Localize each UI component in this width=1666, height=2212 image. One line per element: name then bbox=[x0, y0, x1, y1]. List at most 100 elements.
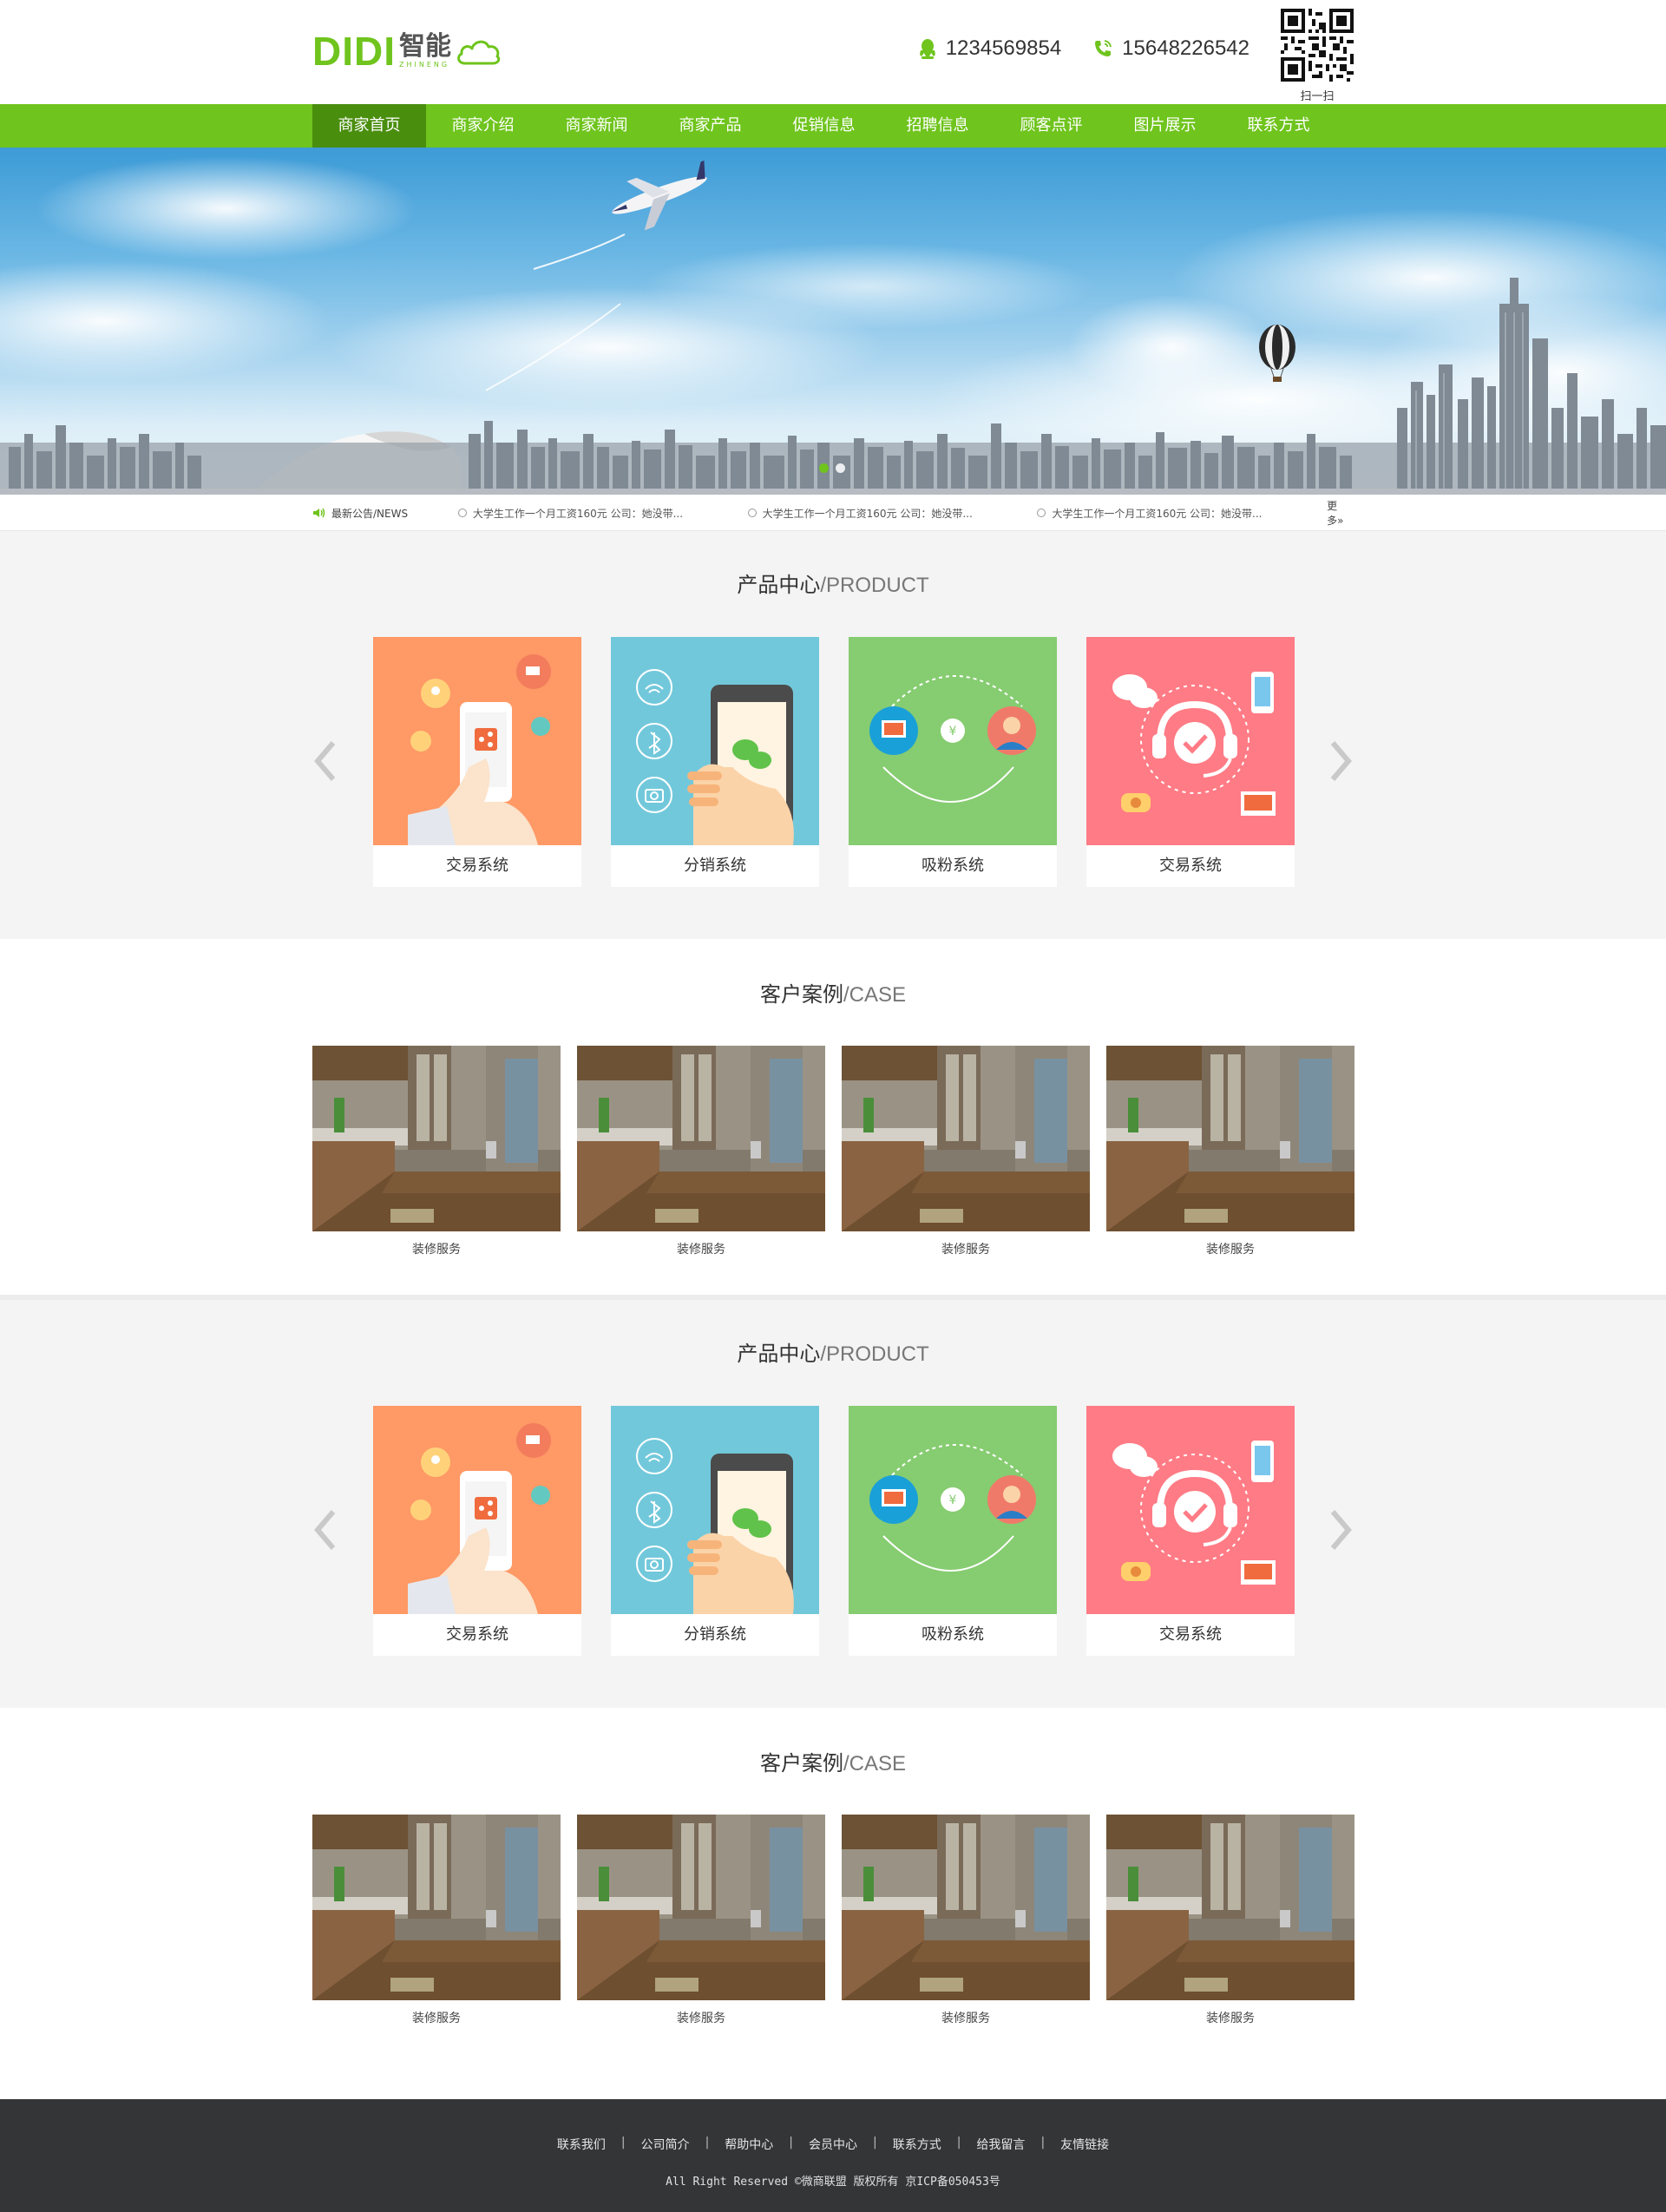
notice-title-text: 最新公告/NEWS bbox=[331, 507, 409, 520]
trade-system-service-illustration bbox=[1086, 637, 1295, 845]
kitchen-image bbox=[1106, 1046, 1354, 1231]
footer-separator: | bbox=[873, 2136, 877, 2150]
main-nav: 商家首页 商家介绍 商家新闻 商家产品 促销信息 招聘信息 顾客点评 图片展示 … bbox=[0, 104, 1666, 148]
qr-code-image bbox=[1281, 9, 1354, 82]
section-title-cn: 产品中心 bbox=[737, 573, 821, 597]
nav-item-about[interactable]: 商家介绍 bbox=[426, 104, 540, 148]
nav-item-reviews[interactable]: 顾客点评 bbox=[994, 104, 1108, 148]
banner-dot[interactable] bbox=[836, 463, 845, 473]
case-label: 装修服务 bbox=[1206, 2012, 1255, 2025]
footer-links: 联系我们 | 公司简介 | 帮助中心 | 会员中心 | 联系方式 | 给我留言 … bbox=[0, 2136, 1666, 2153]
footer-link-member-center[interactable]: 会员中心 bbox=[809, 2136, 857, 2153]
kitchen-photo bbox=[1106, 1046, 1354, 1231]
chevron-left-icon[interactable] bbox=[312, 739, 338, 783]
phone-wechat-icon bbox=[636, 669, 794, 845]
product-card[interactable]: 分销系统 bbox=[611, 637, 819, 887]
chevron-left-icon[interactable] bbox=[312, 1508, 338, 1552]
phone-contact[interactable]: 15648226542 bbox=[1092, 36, 1250, 61]
nav-item-home[interactable]: 商家首页 bbox=[312, 104, 426, 148]
qq-number: 1234569854 bbox=[945, 36, 1062, 60]
case-label: 装修服务 bbox=[941, 1243, 990, 1257]
nav-item-contact[interactable]: 联系方式 bbox=[1222, 104, 1335, 148]
qq-contact[interactable]: 1234569854 bbox=[918, 36, 1061, 61]
product-card[interactable]: 交易系统 bbox=[373, 637, 581, 887]
chevron-right-icon[interactable] bbox=[1328, 1508, 1354, 1552]
kitchen-photo bbox=[577, 1046, 825, 1231]
logo-cn-text: 智能 bbox=[399, 31, 451, 62]
copyright-text: All Right Reserved ©微商联盟 版权所有 京ICP备05045… bbox=[666, 2176, 1000, 2189]
footer-link-friendly-links[interactable]: 友情链接 bbox=[1060, 2136, 1109, 2153]
case-item[interactable]: 装修服务 bbox=[842, 1815, 1090, 2026]
case-item[interactable]: 装修服务 bbox=[312, 1815, 561, 2026]
case-list: 装修服务 装修服务 装修服务 装修服务 bbox=[312, 1815, 1354, 2026]
trade-system-illustration bbox=[373, 637, 581, 845]
kitchen-photo bbox=[1106, 1815, 1354, 2000]
kitchen-image bbox=[312, 1046, 561, 1231]
footer-link-contact-info[interactable]: 联系方式 bbox=[893, 2136, 941, 2153]
product-card[interactable]: 交易系统 bbox=[1086, 637, 1295, 887]
nav-item-products[interactable]: 商家产品 bbox=[653, 104, 767, 148]
notice-item[interactable]: 大学生工作一个月工资160元 公司：她没带... bbox=[1037, 506, 1327, 521]
footer-separator: | bbox=[789, 2136, 793, 2150]
kitchen-image bbox=[842, 1046, 1090, 1231]
notice-item[interactable]: 大学生工作一个月工资160元 公司：她没带... bbox=[457, 506, 748, 521]
computer-user-cycle-icon: ¥ bbox=[869, 675, 1036, 803]
case-item[interactable]: 装修服务 bbox=[312, 1046, 561, 1257]
contact-info: 1234569854 15648226542 bbox=[887, 36, 1250, 61]
nav-item-news[interactable]: 商家新闻 bbox=[540, 104, 653, 148]
site-logo[interactable]: DIDI 智能 ZHINENG bbox=[312, 31, 502, 71]
product-card-label: 分销系统 bbox=[684, 857, 746, 875]
section-title-en: /CASE bbox=[843, 1752, 907, 1776]
nav-item-gallery[interactable]: 图片展示 bbox=[1108, 104, 1222, 148]
bullet-circle-icon bbox=[457, 509, 467, 517]
nav-item-promotions[interactable]: 促销信息 bbox=[767, 104, 881, 148]
notice-item-text: 大学生工作一个月工资160元 公司：她没带... bbox=[472, 507, 684, 520]
notice-item[interactable]: 大学生工作一个月工资160元 公司：她没带... bbox=[747, 506, 1038, 521]
section-title: 客户案例/CASE bbox=[0, 977, 1666, 1008]
headset-service-icon bbox=[1112, 672, 1276, 816]
cloud-icon bbox=[457, 40, 501, 65]
footer-link-company-profile[interactable]: 公司简介 bbox=[641, 2136, 690, 2153]
case-item[interactable]: 装修服务 bbox=[577, 1815, 825, 2026]
case-item[interactable]: 装修服务 bbox=[1106, 1046, 1354, 1257]
kitchen-photo bbox=[842, 1815, 1090, 2000]
bullet-circle-icon bbox=[1037, 509, 1046, 517]
kitchen-image bbox=[312, 1815, 561, 2000]
product-card[interactable]: ¥ 吸粉系统 bbox=[849, 1406, 1057, 1656]
case-item[interactable]: 装修服务 bbox=[1106, 1815, 1354, 2026]
kitchen-photo bbox=[842, 1046, 1090, 1231]
product-card[interactable]: ¥ 吸粉系统 bbox=[849, 637, 1057, 887]
product-card-label: 交易系统 bbox=[1159, 1625, 1222, 1644]
qq-penguin-icon bbox=[919, 39, 935, 59]
kitchen-photo bbox=[312, 1815, 561, 2000]
footer-link-help-center[interactable]: 帮助中心 bbox=[725, 2136, 773, 2153]
case-item[interactable]: 装修服务 bbox=[577, 1046, 825, 1257]
chevron-right-icon[interactable] bbox=[1328, 739, 1354, 783]
footer-separator: | bbox=[956, 2136, 961, 2150]
kitchen-image bbox=[1106, 1815, 1354, 2000]
product-card-label: 分销系统 bbox=[684, 1625, 746, 1644]
product-card[interactable]: 交易系统 bbox=[373, 1406, 581, 1656]
product-card[interactable]: 交易系统 bbox=[1086, 1406, 1295, 1656]
product-carousel: 交易系统 分销系统 ¥ 吸粉系统 交易系统 bbox=[312, 637, 1354, 887]
nav-item-jobs[interactable]: 招聘信息 bbox=[881, 104, 994, 148]
notice-title: 最新公告/NEWS bbox=[312, 506, 458, 521]
case-item[interactable]: 装修服务 bbox=[842, 1046, 1090, 1257]
product-card[interactable]: 分销系统 bbox=[611, 1406, 819, 1656]
footer-link-contact-us[interactable]: 联系我们 bbox=[557, 2136, 606, 2153]
banner-dot-active[interactable] bbox=[819, 463, 829, 473]
footer-separator: | bbox=[1040, 2136, 1046, 2150]
notice-item-text: 大学生工作一个月工资160元 公司：她没带... bbox=[762, 507, 973, 520]
kitchen-photo bbox=[312, 1046, 561, 1231]
notice-more-link[interactable]: 更多» bbox=[1327, 498, 1354, 528]
follower-system-illustration: ¥ bbox=[849, 637, 1057, 845]
computer-user-cycle-icon: ¥ bbox=[869, 1444, 1036, 1572]
product-card-label: 交易系统 bbox=[1159, 857, 1222, 875]
banner-pagination bbox=[816, 463, 849, 473]
footer-link-leave-message[interactable]: 给我留言 bbox=[976, 2136, 1025, 2153]
hero-banner[interactable] bbox=[0, 148, 1666, 495]
product-card-label: 交易系统 bbox=[446, 1625, 508, 1644]
trade-system-service-illustration bbox=[1086, 1406, 1295, 1614]
qr-code-block: 扫一扫 bbox=[1281, 9, 1354, 103]
case-label: 装修服务 bbox=[677, 2012, 725, 2025]
